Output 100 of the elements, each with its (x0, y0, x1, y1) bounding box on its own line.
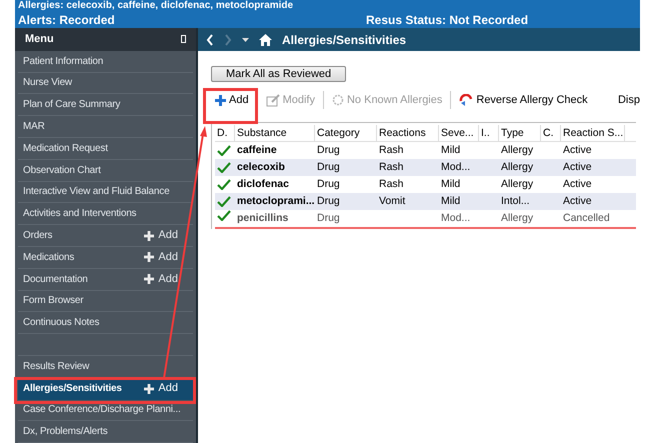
table-cell-text: Cancelled (563, 211, 610, 226)
menu-title: Menu (25, 32, 54, 48)
plus-icon (144, 274, 154, 284)
table-cell-text: Drug (317, 194, 340, 209)
menu-item-label: Nurse View (23, 76, 72, 90)
menu-item-label: Orders (23, 229, 52, 244)
table-cell-text: Mod... (441, 211, 470, 226)
menu-item[interactable]: Interactive View and Fluid Balance (18, 182, 193, 204)
menu-item[interactable]: Medications Add (18, 246, 193, 269)
menu-item[interactable]: Form Browser (18, 290, 193, 312)
table-cell-text: Rash (379, 143, 404, 158)
column-header[interactable]: Category (315, 125, 377, 141)
table-cell-text: Active (563, 160, 592, 175)
table-cell-text: Rash (379, 160, 404, 175)
table-cell-text: Active (563, 194, 592, 209)
page-title: Allergies/Sensitivities (282, 32, 406, 48)
add-link[interactable]: Add (144, 380, 178, 397)
mark-all-reviewed-button[interactable]: Mark All as Reviewed (211, 66, 346, 82)
table-cell-text: celecoxib (237, 160, 285, 175)
column-header[interactable]: Reaction S... (561, 125, 625, 141)
table-cell-text: diclofenac (237, 177, 289, 192)
column-header[interactable]: Type (499, 125, 541, 141)
menu-item[interactable]: MAR (18, 116, 193, 138)
resus-status: Resus Status: Not Recorded (366, 14, 528, 26)
menu-item[interactable]: Medication Request (18, 138, 193, 160)
menu-item-label: Documentation (23, 272, 88, 287)
menu-item[interactable]: Activities and Interventions (18, 203, 193, 226)
alerts-status: Alerts: Recorded (18, 14, 116, 26)
table-cell-text: Intol... (501, 194, 530, 209)
menu-item[interactable]: Orders Add (18, 225, 193, 247)
arrows-icon (459, 94, 474, 106)
toolbar-button[interactable]: Reverse Allergy Check (457, 92, 590, 108)
menu-item-label: Observation Chart (23, 164, 101, 178)
column-header[interactable]: C. (541, 125, 561, 141)
plus-icon (144, 252, 154, 262)
menu-item[interactable]: Nurse View (18, 72, 193, 94)
add-link[interactable]: Add (144, 227, 178, 244)
toolbar-button[interactable]: Add (213, 92, 251, 108)
table-cell-text: metocloprami... (237, 194, 315, 209)
table-row[interactable]: metocloprami... Drug Vomit Mild Intol... Active (215, 193, 636, 210)
allergies-summary: Allergies: celecoxib, caffeine, diclofenac, metoclopramide (18, 0, 294, 11)
menu-item-label: Results Review (23, 360, 90, 374)
table-cell-text: Active (563, 143, 592, 158)
menu-item-label: Dx, Problems/Alerts (23, 425, 108, 440)
plus-icon (144, 230, 154, 241)
dropdown-icon[interactable] (242, 38, 249, 42)
menu-item[interactable]: Documentation Add (18, 268, 193, 291)
menu-item-label: Medication Request (23, 142, 108, 156)
add-label: Add (158, 228, 178, 244)
add-label: Add (158, 272, 178, 287)
column-header[interactable]: Seve... (439, 125, 479, 141)
table-cell-text: Drug (317, 211, 340, 226)
menu-item-label: Medications (23, 250, 74, 265)
table-cell-text: Mod... (441, 160, 470, 175)
menu-item[interactable]: Case Conference/Discharge Planni... (18, 400, 193, 422)
menu-item-label: Case Conference/Discharge Planni... (23, 403, 181, 418)
column-header[interactable]: Reactions (377, 125, 439, 141)
table-cell-text: Active (563, 177, 592, 192)
menu-item[interactable]: Plan of Care Summary (18, 94, 193, 116)
table-cell-text: Drug (317, 143, 340, 158)
table-cell-text: Drug (317, 160, 340, 175)
table-cell-text: Allergy (501, 211, 534, 226)
table-cell-text: caffeine (237, 143, 277, 158)
table-row[interactable]: diclofenac Drug Rash Mild Allergy Active (215, 176, 636, 193)
table-cell-text: Vomit (379, 194, 406, 209)
toolbar-cut-label: Disp (618, 92, 640, 108)
table-row[interactable]: celecoxib Drug Rash Mod... Allergy Active (215, 159, 636, 176)
home-icon[interactable] (259, 34, 272, 46)
back-icon[interactable] (206, 34, 214, 46)
add-label: Add (158, 250, 178, 266)
table-cell-text: penicillins (237, 211, 288, 226)
table-cell-text: Allergy (501, 177, 534, 192)
menu-item-label: Patient Information (23, 54, 104, 69)
menu-item-label: Allergies/Sensitivities (23, 382, 122, 396)
menu-item[interactable]: Dx, Problems/Alerts (18, 421, 193, 443)
table-cell-text: Mild (441, 194, 460, 209)
table-cell-text: Allergy (501, 143, 534, 158)
edit-icon (266, 94, 280, 106)
plus-icon (144, 384, 154, 394)
menu-item[interactable]: Continuous Notes (18, 312, 193, 334)
menu-item[interactable]: Results Review (18, 356, 193, 378)
menu-item-label: MAR (23, 120, 45, 134)
circle-icon (332, 94, 344, 106)
table-row[interactable]: penicillins Drug Mod... Allergy Cancelled (215, 210, 636, 229)
column-header[interactable]: Substance (235, 125, 315, 141)
menu-item[interactable]: Observation Chart (18, 160, 193, 182)
add-link[interactable]: Add (144, 270, 178, 288)
add-link[interactable]: Add (144, 249, 178, 266)
table-row[interactable]: caffeine Drug Rash Mild Allergy Active (215, 142, 636, 159)
table-cell-text: Mild (441, 143, 460, 158)
plus-icon (215, 94, 226, 106)
column-header[interactable]: I.. (479, 125, 499, 141)
menu-item-label: Activities and Interventions (23, 207, 136, 222)
column-header[interactable]: D. (215, 125, 235, 141)
menu-item-label: Interactive View and Fluid Balance (23, 185, 170, 200)
table-cell-text: Drug (317, 177, 340, 192)
menu-item[interactable]: Patient Information (18, 50, 193, 73)
add-label: Add (158, 381, 178, 396)
table-cell-text: Allergy (501, 160, 534, 175)
highlight-frame (203, 88, 258, 124)
